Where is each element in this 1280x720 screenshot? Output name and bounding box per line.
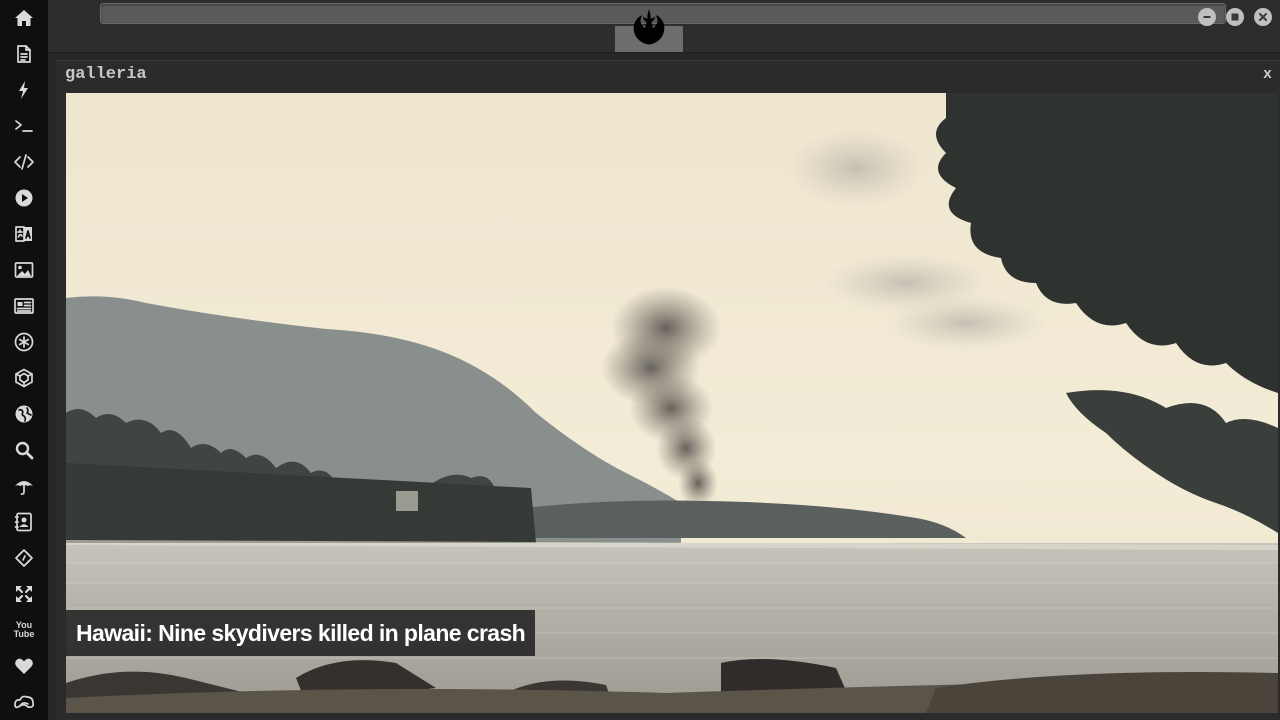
asterisk-badge-icon: [14, 332, 34, 352]
infinity-cloud-icon: [14, 695, 34, 709]
hexagon-icon: [15, 368, 33, 388]
lightning-icon: [19, 81, 28, 99]
heart-icon: [15, 658, 33, 674]
dock-contacts[interactable]: [0, 504, 48, 540]
close-icon: [1259, 13, 1267, 21]
dock-infinity-cloud[interactable]: [0, 684, 48, 720]
maximize-icon: [1231, 13, 1239, 21]
translate-icon: [15, 226, 32, 242]
dock-home[interactable]: [0, 0, 48, 36]
close-button[interactable]: [1254, 8, 1272, 26]
dock-play[interactable]: [0, 180, 48, 216]
rebel-alliance-logo: [633, 9, 665, 45]
dock-asterisk[interactable]: [0, 324, 48, 360]
dock-terminal[interactable]: [0, 108, 48, 144]
dock-globe[interactable]: [0, 396, 48, 432]
dock-translate[interactable]: [0, 216, 48, 252]
left-dock: You Tube: [0, 0, 48, 720]
dock-image[interactable]: [0, 252, 48, 288]
panel-title: galleria: [65, 65, 147, 84]
dock-lightning[interactable]: [0, 72, 48, 108]
gallery-caption: Hawaii: Nine skydivers killed in plane c…: [66, 610, 536, 656]
minimize-button[interactable]: [1198, 8, 1216, 26]
dock-search[interactable]: [0, 432, 48, 468]
code-icon: [14, 154, 34, 170]
umbrella-icon: [15, 481, 33, 495]
caption-text: Hawaii: Nine skydivers killed in plane c…: [76, 619, 526, 646]
home-icon: [15, 10, 33, 26]
dock-hexagon[interactable]: [0, 360, 48, 396]
youtube-icon: You Tube: [14, 621, 35, 639]
dock-heart[interactable]: [0, 648, 48, 684]
maximize-button[interactable]: [1226, 8, 1244, 26]
panel-close-button[interactable]: x: [1263, 66, 1272, 83]
image-icon: [14, 262, 34, 278]
search-icon: [15, 441, 34, 460]
dock-document[interactable]: [0, 36, 48, 72]
contacts-icon: [14, 512, 32, 532]
terminal-icon: [15, 120, 33, 132]
newspaper-icon: [14, 298, 34, 314]
dock-umbrella[interactable]: [0, 468, 48, 504]
dock-link-code[interactable]: [0, 540, 48, 576]
expand-icon: [15, 585, 33, 603]
dock-expand[interactable]: [0, 576, 48, 612]
minimize-icon: [1203, 16, 1211, 18]
document-icon: [17, 45, 31, 63]
dock-code[interactable]: [0, 144, 48, 180]
link-code-icon: [15, 549, 33, 567]
play-icon: [15, 189, 33, 207]
dock-newspaper[interactable]: [0, 288, 48, 324]
globe-icon: [15, 405, 33, 423]
youtube-label-bottom: Tube: [13, 629, 35, 639]
dock-youtube[interactable]: You Tube: [0, 612, 48, 648]
